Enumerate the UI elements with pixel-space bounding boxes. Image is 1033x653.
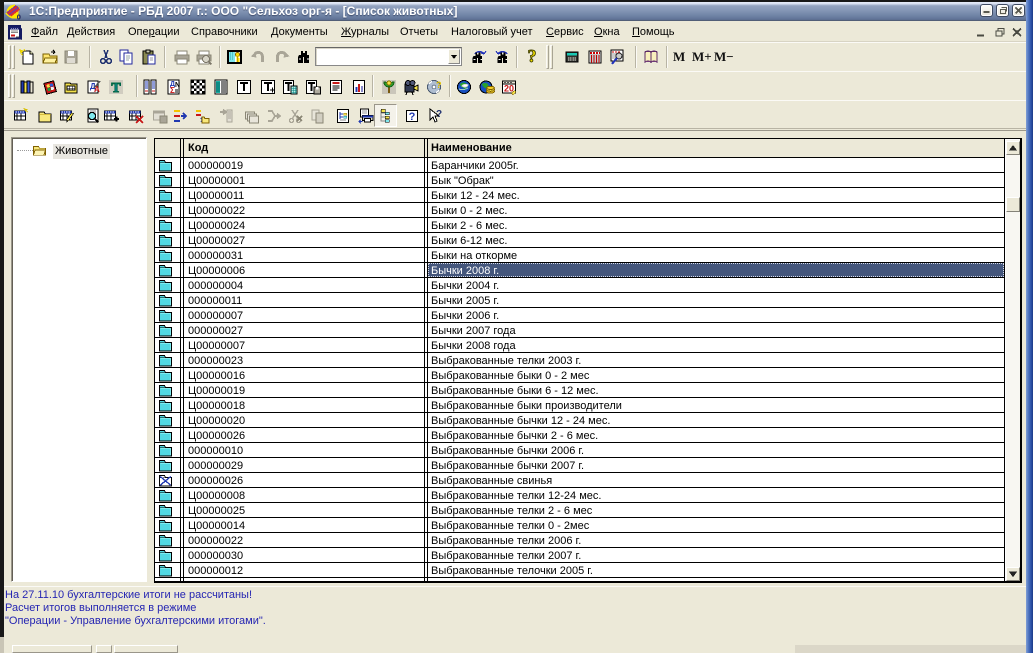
svg-text:?: ? xyxy=(436,80,442,90)
svg-text:N: N xyxy=(175,82,180,89)
svg-text:Σ: Σ xyxy=(170,86,175,95)
svg-text:Т: Т xyxy=(111,81,121,95)
svg-text:?: ? xyxy=(436,109,442,120)
svg-text:?: ? xyxy=(409,111,416,123)
svg-text:07: 07 xyxy=(17,12,21,20)
svg-text:?: ? xyxy=(528,49,537,65)
